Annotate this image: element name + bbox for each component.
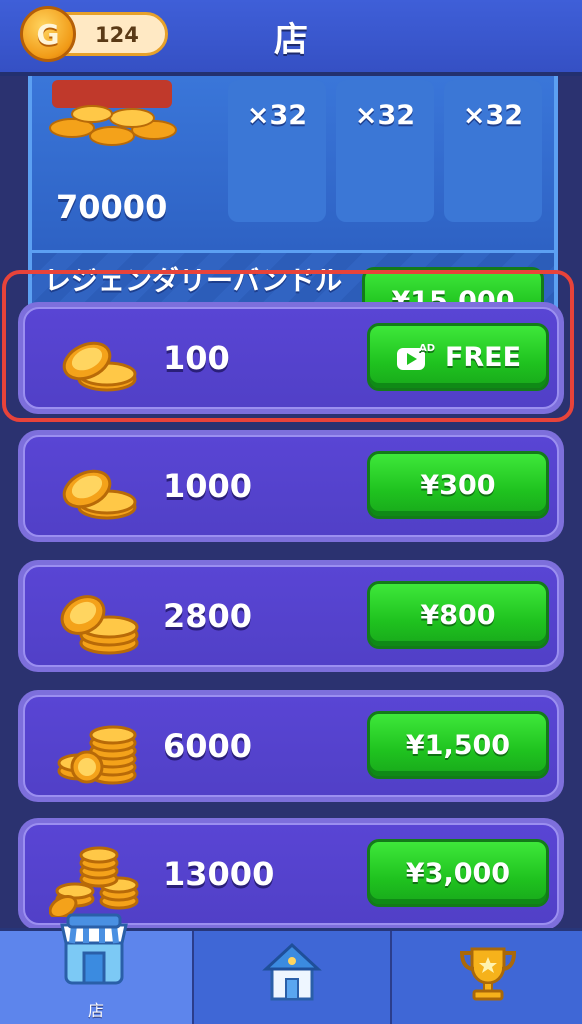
- bundle-item-count: ×32: [354, 100, 416, 131]
- coin-stack-large-icon: [57, 725, 137, 785]
- selection-highlight: [2, 270, 574, 422]
- buy-button[interactable]: ¥300: [367, 451, 549, 519]
- coin-chest-icon: [49, 80, 177, 146]
- nav-tab-rankings[interactable]: [392, 931, 582, 1024]
- offer-amount: 2800: [163, 597, 253, 635]
- bundle-item-count: ×32: [462, 100, 524, 131]
- nav-tab-home[interactable]: [194, 931, 390, 1024]
- top-bar: 124 G 店: [0, 0, 582, 76]
- bundle-item-slot: ×32: [444, 80, 542, 222]
- bundle-coin-amount: 70000: [56, 188, 168, 226]
- offer-row: 2800 ¥800: [18, 560, 564, 672]
- offer-row: 6000 ¥1,500: [18, 690, 564, 802]
- bundle-contents: 70000 ×32 ×32 ×32: [32, 76, 554, 250]
- coin-stack-medium-icon: [60, 595, 139, 655]
- home-icon: [262, 942, 322, 1001]
- trophy-icon: [459, 947, 517, 1001]
- offer-row: 1000 ¥300: [18, 430, 564, 542]
- shop-list[interactable]: 70000 ×32 ×32 ×32 レジェンダリーバンドル ¥15,000 10…: [0, 76, 582, 928]
- buy-button[interactable]: ¥800: [367, 581, 549, 649]
- buy-button[interactable]: ¥1,500: [367, 711, 549, 779]
- shop-icon: [60, 913, 128, 985]
- bottom-nav: 店: [0, 913, 582, 1024]
- bundle-item-slot: ×32: [336, 80, 434, 222]
- offer-amount: 6000: [163, 727, 253, 765]
- bundle-item-slot: ×32: [228, 80, 326, 222]
- coin-pile-icon: [49, 846, 139, 917]
- offer-amount: 13000: [163, 855, 275, 893]
- bundle-item-count: ×32: [246, 100, 308, 131]
- buy-button[interactable]: ¥3,000: [367, 839, 549, 907]
- nav-tab-shop[interactable]: 店: [0, 913, 192, 1024]
- nav-label-shop: 店: [87, 1001, 104, 1020]
- offer-amount: 1000: [163, 467, 253, 505]
- page-title: 店: [274, 20, 308, 60]
- coin-stack-small-icon: [62, 469, 137, 520]
